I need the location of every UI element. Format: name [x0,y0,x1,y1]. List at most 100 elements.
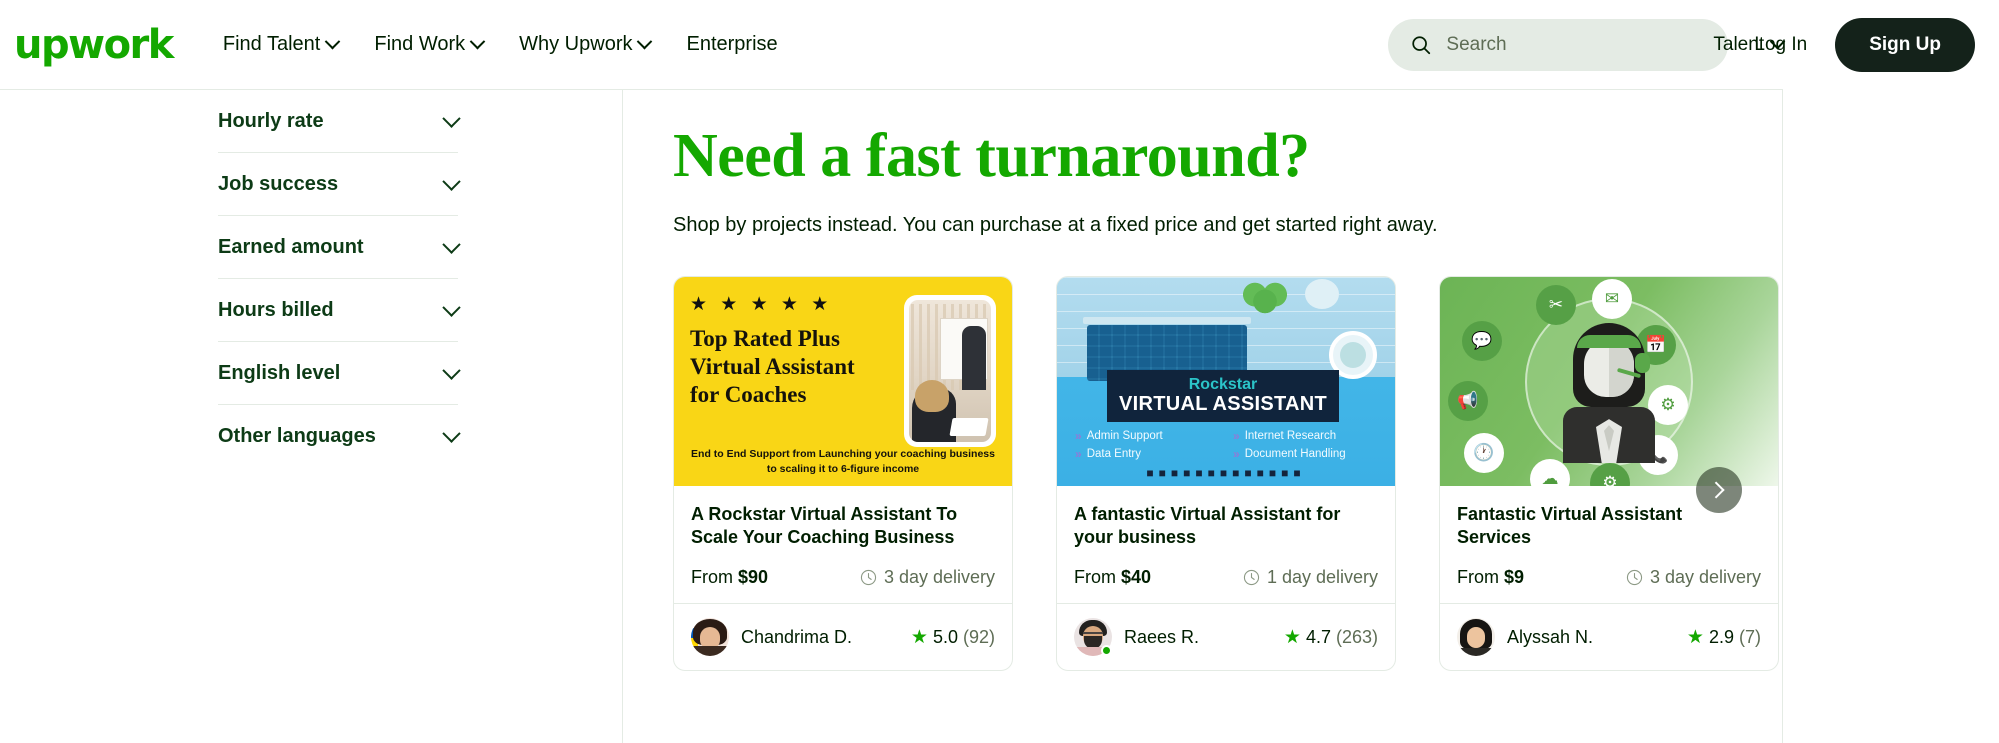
rating: ★ 5.0 (92) [911,627,995,648]
search-icon [1412,35,1431,54]
thumbnail-banner: Rockstar VIRTUAL ASSISTANT [1107,370,1339,423]
card-meta: From $9 3 day delivery [1457,567,1761,588]
avatar [691,618,729,657]
mail-icon: ✉ [1592,279,1632,320]
clock-icon [860,569,877,586]
service-label: Data Entry [1086,448,1142,461]
site-header: upwork Find Talent Find Work Why Upwork … [0,0,1999,89]
thumbnail-dot-row: ■■■■■■■■■■■■■ [1146,466,1306,481]
page-subtitle: Shop by projects instead. You can purcha… [673,214,1438,237]
nav-item-find-talent[interactable]: Find Talent [222,33,341,56]
card-meta: From $90 3 day delivery [691,567,995,588]
projects-panel: Need a fast turnaround? Shop by projects… [622,89,1783,743]
avatar [1074,618,1112,657]
page-title: Need a fast turnaround? [673,122,1310,190]
price-value: $9 [1504,567,1525,588]
service-label: Document Handling [1244,448,1346,461]
card-body: A fantastic Virtual Assistant for your b… [1057,486,1395,603]
avatar [1457,618,1495,657]
price-prefix: From [1074,567,1116,588]
price-prefix: From [691,567,733,588]
delivery-label: 1 day delivery [1266,567,1378,588]
filter-english-level[interactable]: English level [218,342,461,405]
search-input[interactable] [1446,33,1692,56]
filter-other-languages[interactable]: Other languages [218,405,461,468]
filter-hourly-rate[interactable]: Hourly rate [218,90,461,153]
nav-label: Why Upwork [519,33,633,55]
star-icon: ★ [1686,626,1704,648]
nav-item-find-work[interactable]: Find Work [374,33,486,56]
project-card[interactable]: ★ ★ ★ ★ ★ Top Rated Plus Virtual Assista… [673,276,1013,672]
project-title: A Rockstar Virtual Assistant To Scale Yo… [691,504,958,547]
project-thumbnail: ★ ★ ★ ★ ★ Top Rated Plus Virtual Assista… [674,277,1012,487]
main-navigation: Find Talent Find Work Why Upwork Enterpr… [223,33,778,56]
thumbnail-footer-text: End to End Support from Launching your c… [691,448,995,476]
star-icon: ★ [910,626,928,648]
chevron-down-icon [442,108,461,128]
review-count: (263) [1335,626,1378,647]
cloud-icon: ☁ [1530,459,1570,487]
nav-label: Find Talent [222,33,321,55]
clock-icon: 🕐 [1464,433,1504,474]
banner-top-text: Rockstar [1188,375,1258,393]
chevron-right-icon [1707,481,1725,499]
chevron-down-icon [442,360,461,380]
filter-label: Hours billed [218,298,334,321]
thumbnail-heading: Top Rated Plus Virtual Assistant for Coa… [690,326,855,408]
chevron-down-icon [442,171,461,191]
signup-button[interactable]: Sign Up [1835,17,1975,72]
thumbnail-service-list: » Admin Support » Internet Research » Data … [1075,429,1381,461]
delivery-time: 3 day delivery [1626,567,1761,588]
card-meta: From $40 1 day delivery [1074,567,1378,588]
operator-illustration [1557,323,1661,464]
carousel-next-button[interactable] [1696,467,1742,513]
gear-network-icon: ⚙ [1590,463,1630,487]
seller-name: Alyssah N. [1507,626,1594,647]
rating: ★ 2.9 (7) [1687,627,1761,648]
card-footer: Raees R. ★ 4.7 (263) [1057,603,1395,670]
rating-value: 4.7 [1305,626,1331,647]
service-label: Admin Support [1086,430,1163,443]
filter-earned-amount[interactable]: Earned amount [218,216,461,279]
project-card[interactable]: Rockstar VIRTUAL ASSISTANT » Admin Suppor… [1056,276,1396,672]
bullet-arrow-icon: » [1075,447,1082,462]
bullet-arrow-icon: » [1233,429,1240,444]
rating-value: 5.0 [932,626,958,647]
chevron-down-icon [469,33,486,50]
nav-item-enterprise[interactable]: Enterprise [686,33,777,56]
megaphone-icon: 📢 [1448,381,1488,422]
filter-job-success[interactable]: Job success [218,153,461,216]
project-thumbnail: Rockstar VIRTUAL ASSISTANT » Admin Suppor… [1057,277,1395,487]
nav-label: Find Work [374,33,466,55]
service-label: Internet Research [1244,430,1337,443]
price-prefix: From [1457,567,1499,588]
project-price: From $9 [1457,567,1524,588]
seller-name: Chandrima D. [741,626,853,647]
filter-label: Hourly rate [218,109,324,132]
rating-value: 2.9 [1708,626,1734,647]
chevron-down-icon [442,234,461,254]
filter-hours-billed[interactable]: Hours billed [218,279,461,342]
filter-label: English level [218,361,341,384]
bullet-arrow-icon: » [1233,447,1240,462]
rating: ★ 4.7 (263) [1284,627,1378,648]
chat-icon: 💬 [1462,321,1502,362]
filter-label: Job success [218,172,339,195]
review-count: (7) [1739,626,1761,647]
nav-item-why-upwork[interactable]: Why Upwork [519,33,653,56]
filter-label: Other languages [218,425,376,447]
clock-icon [1626,569,1643,586]
upwork-logo[interactable]: upwork [14,25,174,65]
search-bar[interactable]: Talent [1388,18,1786,71]
delivery-time: 3 day delivery [860,567,995,588]
card-body: A Rockstar Virtual Assistant To Scale Yo… [674,486,1012,603]
seller-name: Raees R. [1124,626,1200,647]
header-actions: Talent Log In Sign Up [1388,17,1975,72]
page-body: Hourly rate Job success Earned amount Ho… [0,89,1999,743]
delivery-label: 3 day delivery [1649,567,1761,588]
project-price: From $40 [1074,567,1151,588]
price-value: $40 [1121,567,1152,588]
projects-carousel: ★ ★ ★ ★ ★ Top Rated Plus Virtual Assista… [673,276,1782,672]
chevron-down-icon [442,297,461,317]
chevron-down-icon [637,33,653,50]
